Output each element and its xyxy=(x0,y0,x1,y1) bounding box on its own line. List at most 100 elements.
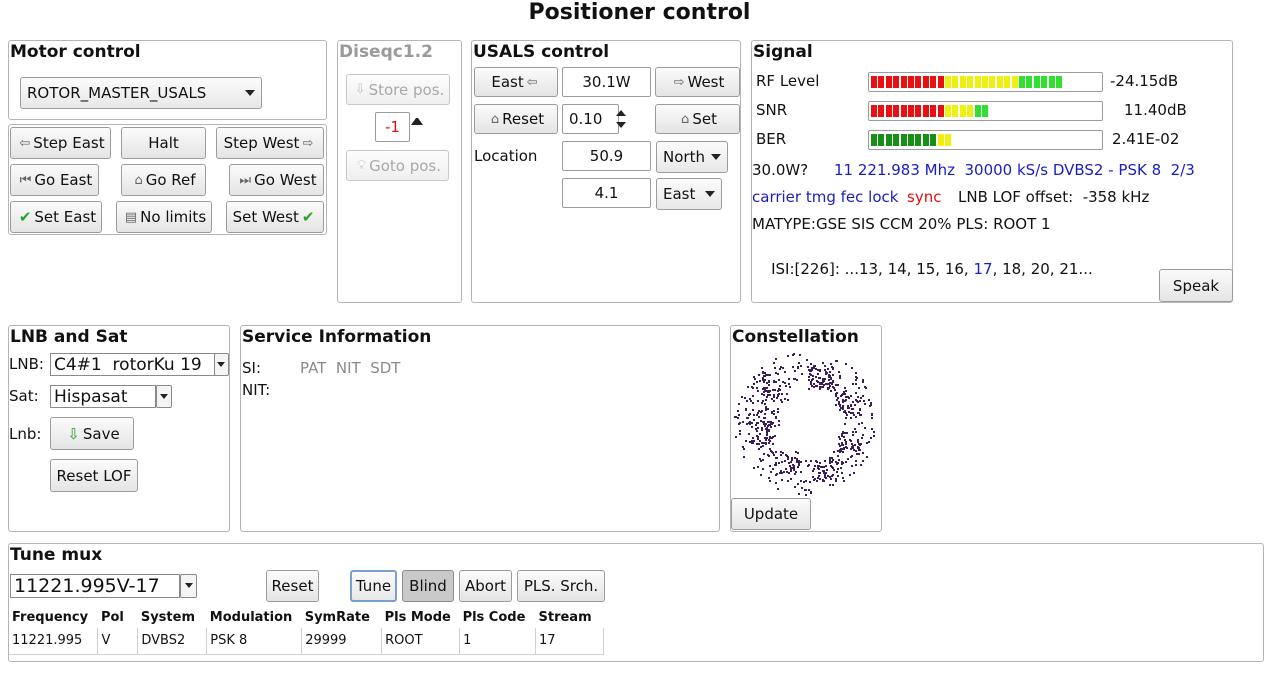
spin-down-icon[interactable] xyxy=(616,122,626,130)
constellation-point xyxy=(862,460,864,462)
lon-direction-select[interactable]: East xyxy=(656,178,722,210)
constellation-point xyxy=(842,408,844,410)
mux-dropdown-button[interactable] xyxy=(180,574,197,598)
constellation-point xyxy=(860,397,862,399)
spin-up-icon[interactable] xyxy=(411,115,423,125)
reset-lof-button[interactable]: Reset LOF xyxy=(50,459,138,492)
blind-label: Blind xyxy=(409,577,447,595)
constellation-point xyxy=(858,423,860,425)
sat-dropdown-button[interactable] xyxy=(156,385,172,408)
blind-button[interactable]: Blind xyxy=(402,570,454,602)
step-west-button[interactable]: Step West ⇨ xyxy=(216,127,324,159)
lnb-select[interactable]: C4#1 rotorKu 19 xyxy=(50,353,220,376)
position-spinbox[interactable]: -1 xyxy=(375,112,410,142)
constellation-point xyxy=(832,367,834,369)
spin-up-icon[interactable] xyxy=(616,108,626,116)
constellation-point xyxy=(824,476,826,478)
constellation-point xyxy=(775,451,777,453)
diseqc-panel: Diseqc1.2 ⇩ Store pos. -1 💡︎ Goto pos. xyxy=(337,40,462,303)
tune-reset-button[interactable]: Reset xyxy=(266,570,319,602)
mux-select[interactable]: 11221.995V-17 xyxy=(10,574,180,598)
usals-position-field[interactable]: 30.1W xyxy=(562,67,651,97)
latitude-value: 50.9 xyxy=(589,147,624,165)
table-cell: 29999 xyxy=(301,628,382,655)
constellation-point xyxy=(753,440,755,442)
column-header: Pls Code xyxy=(462,609,526,625)
go-east-button[interactable]: ⏮ Go East xyxy=(10,164,99,196)
constellation-point xyxy=(762,379,764,381)
usals-west-button[interactable]: ⇨ West xyxy=(655,67,740,97)
usals-reset-label: Reset xyxy=(502,110,545,128)
constellation-point xyxy=(832,467,834,469)
usals-set-button[interactable]: ⌂ Set xyxy=(655,104,740,134)
constellation-point xyxy=(849,474,851,476)
chevron-down-icon xyxy=(217,361,225,367)
table-row[interactable]: 11221.995 V DVBS2 PSK 8 29999 ROOT 1 17 xyxy=(9,628,604,655)
constellation-point xyxy=(855,392,857,394)
constellation-point xyxy=(799,354,801,356)
constellation-point xyxy=(811,379,813,381)
pls-search-button[interactable]: PLS. Srch. xyxy=(517,570,605,602)
constellation-point xyxy=(745,409,747,411)
constellation-point xyxy=(836,399,838,401)
constellation-point xyxy=(762,421,764,423)
constellation-point xyxy=(805,460,807,462)
lat-direction-select[interactable]: North xyxy=(656,141,728,173)
step-east-button[interactable]: ⇦ Step East xyxy=(10,127,111,159)
meter-segment xyxy=(1048,76,1055,88)
constellation-point xyxy=(853,414,855,416)
set-east-button[interactable]: ✔ Set East xyxy=(10,201,102,233)
meter-segment xyxy=(945,134,951,146)
constellation-point xyxy=(774,367,776,369)
rf-level-meter xyxy=(868,72,1103,92)
save-icon: ⇩ xyxy=(67,424,80,443)
constellation-point xyxy=(773,413,775,415)
goto-pos-button[interactable]: 💡︎ Goto pos. xyxy=(346,150,449,181)
constellation-point xyxy=(798,464,800,466)
constellation-point xyxy=(844,400,846,402)
constellation-point xyxy=(794,486,796,488)
go-ref-button[interactable]: ⌂ Go Ref xyxy=(121,164,206,196)
constellation-point xyxy=(859,444,861,446)
store-pos-button[interactable]: ⇩ Store pos. xyxy=(346,74,450,105)
constellation-point xyxy=(794,473,796,475)
usals-step-spinbox[interactable]: 0.10 xyxy=(562,104,619,134)
constellation-point xyxy=(765,399,767,401)
sat-select[interactable]: Hispasat xyxy=(50,385,156,408)
constellation-point xyxy=(854,444,856,446)
set-west-button[interactable]: Set West ✔ xyxy=(226,201,324,233)
constellation-point xyxy=(793,467,795,469)
usals-east-button[interactable]: East ⇦ xyxy=(474,67,558,97)
latitude-field[interactable]: 50.9 xyxy=(562,141,651,171)
lnb-dropdown-button[interactable] xyxy=(214,353,229,376)
no-limits-button[interactable]: ▤ No limits xyxy=(116,201,212,233)
constellation-point xyxy=(841,433,843,435)
usals-reset-button[interactable]: ⌂ Reset xyxy=(474,104,558,134)
constellation-point xyxy=(771,398,773,400)
constellation-point xyxy=(857,396,859,398)
halt-button[interactable]: Halt xyxy=(121,127,206,159)
constellation-point xyxy=(832,374,834,376)
update-button[interactable]: Update xyxy=(731,498,811,530)
longitude-field[interactable]: 4.1 xyxy=(562,178,651,208)
usals-west-label: West xyxy=(687,73,725,91)
constellation-point xyxy=(766,437,768,439)
rotor-select[interactable]: ROTOR_MASTER_USALS xyxy=(20,77,262,109)
abort-button[interactable]: Abort xyxy=(459,570,512,602)
table-cell: ROOT xyxy=(381,628,460,655)
constellation-point xyxy=(758,374,760,376)
meter-segment xyxy=(908,134,914,146)
meter-segment xyxy=(871,134,877,146)
constellation-point xyxy=(759,380,761,382)
lnb-save-button[interactable]: ⇩ Save xyxy=(50,417,134,450)
speak-button[interactable]: Speak xyxy=(1159,269,1233,302)
constellation-point xyxy=(832,386,834,388)
constellation-point xyxy=(761,429,763,431)
tune-button[interactable]: Tune xyxy=(350,570,397,602)
ber-label: BER xyxy=(756,130,787,148)
constellation-point xyxy=(851,367,853,369)
constellation-point xyxy=(827,475,829,477)
constellation-point xyxy=(762,377,764,379)
go-west-button[interactable]: ⏭ Go West xyxy=(229,164,324,196)
checkmark-icon: ✔ xyxy=(301,208,315,226)
